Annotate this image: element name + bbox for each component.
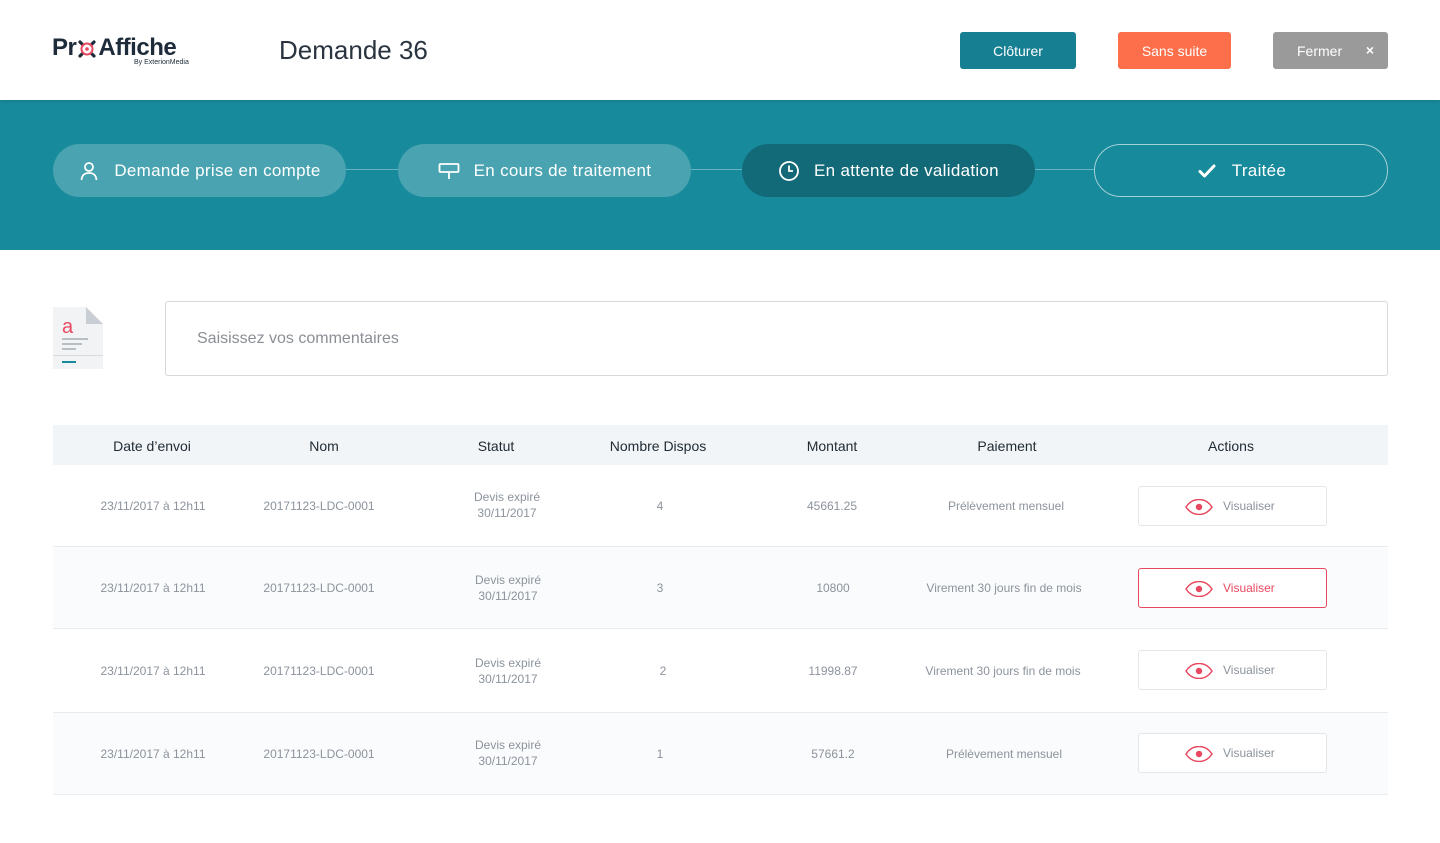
step-en-attente-de-validation: En attente de validation xyxy=(742,144,1035,197)
eye-icon xyxy=(1185,581,1213,597)
cell-statut-line-1: Devis expiré xyxy=(473,490,541,504)
eye-icon xyxy=(1185,746,1213,762)
document-icon: a xyxy=(53,307,103,369)
column-header-date: Date d’envoi xyxy=(113,438,191,454)
page-title: Demande 36 xyxy=(279,35,428,65)
cloturer-button-label: Clôturer xyxy=(993,42,1043,59)
visualiser-button[interactable]: Visualiser xyxy=(1138,568,1327,608)
step-connector xyxy=(1035,169,1094,170)
cell-paiement: Prélèvement mensuel xyxy=(945,747,1063,761)
table-row: 23/11/2017 à 12h11 20171123-LDC-0001 Dev… xyxy=(53,713,1388,795)
cell-nom: 20171123-LDC-0001 xyxy=(263,581,375,595)
visualiser-button[interactable]: Visualiser xyxy=(1138,733,1327,773)
close-icon: × xyxy=(1365,42,1374,58)
cell-date: 23/11/2017 à 12h11 xyxy=(100,747,206,761)
fermer-button[interactable]: Fermer × xyxy=(1273,32,1388,69)
visualiser-label: Visualiser xyxy=(1223,746,1275,760)
cell-dispos: 3 xyxy=(656,581,664,595)
table-row: 23/11/2017 à 12h11 20171123-LDC-0001 Dev… xyxy=(53,465,1388,547)
header: Pr Affiche By ExterionMedia Demande 36 C… xyxy=(0,0,1440,100)
clock-icon xyxy=(778,160,800,182)
logo-text-part-2: Affiche xyxy=(98,34,177,61)
cell-dispos: 4 xyxy=(656,499,664,513)
user-icon xyxy=(78,160,100,182)
svg-text:a: a xyxy=(62,316,74,338)
quotes-table: Date d’envoi Nom Statut Nombre Dispos Mo… xyxy=(53,425,1388,795)
cell-statut-line-2: 30/11/2017 xyxy=(477,506,537,520)
cell-statut: Devis expiré 30/11/2017 xyxy=(475,655,541,687)
check-icon xyxy=(1196,160,1218,182)
cell-montant: 11998.87 xyxy=(808,664,858,678)
progress-steps-band: Demande prise en compte En cours de trai… xyxy=(0,100,1440,250)
visualiser-label: Visualiser xyxy=(1223,499,1275,513)
cell-paiement: Prélèvement mensuel xyxy=(947,499,1065,513)
column-header-nom: Nom xyxy=(309,438,339,454)
cell-statut: Devis expiré 30/11/2017 xyxy=(475,737,541,769)
cell-dispos: 1 xyxy=(656,747,664,761)
cell-paiement: Virement 30 jours fin de mois xyxy=(925,664,1081,678)
visualiser-button[interactable]: Visualiser xyxy=(1138,650,1327,690)
cell-dispos: 2 xyxy=(659,664,667,678)
eye-icon xyxy=(1185,499,1213,515)
cell-nom: 20171123-LDC-0001 xyxy=(263,664,375,678)
cell-statut: Devis expiré 30/11/2017 xyxy=(475,572,541,604)
column-header-statut: Statut xyxy=(477,438,515,454)
cell-montant: 57661.2 xyxy=(811,747,855,761)
step-label: En cours de traitement xyxy=(473,160,652,180)
sans-suite-button-label: Sans suite xyxy=(1141,42,1208,59)
fermer-button-label: Fermer xyxy=(1297,42,1343,59)
step-label: En attente de validation xyxy=(814,160,999,180)
column-header-actions: Actions xyxy=(1208,438,1254,454)
column-header-montant: Montant xyxy=(806,438,858,454)
step-demande-prise-en-compte: Demande prise en compte xyxy=(53,144,346,197)
billboard-icon xyxy=(438,160,460,182)
logo-text: Pr Affiche xyxy=(52,34,202,62)
step-connector xyxy=(346,169,398,170)
step-en-cours-de-traitement: En cours de traitement xyxy=(398,144,691,197)
visualiser-button[interactable]: Visualiser xyxy=(1138,486,1327,526)
cell-nom: 20171123-LDC-0001 xyxy=(263,499,375,513)
eye-icon xyxy=(1185,663,1213,679)
logo-text-part-1: Pr xyxy=(52,34,77,61)
logo-x-pin-icon xyxy=(77,38,97,58)
cell-statut-line-2: 30/11/2017 xyxy=(478,589,538,603)
step-label: Traitée xyxy=(1231,160,1287,180)
comment-input[interactable]: Saisissez vos commentaires xyxy=(165,301,1388,376)
cell-montant: 10800 xyxy=(816,581,850,595)
table-header: Date d’envoi Nom Statut Nombre Dispos Mo… xyxy=(53,425,1388,465)
cell-statut-line-2: 30/11/2017 xyxy=(478,754,538,768)
cloturer-button[interactable]: Clôturer xyxy=(960,32,1076,69)
proxaffiche-logo[interactable]: Pr Affiche By ExterionMedia xyxy=(52,34,202,68)
cell-statut-line-1: Devis expiré xyxy=(474,656,542,670)
cell-date: 23/11/2017 à 12h11 xyxy=(100,499,206,513)
cell-nom: 20171123-LDC-0001 xyxy=(263,747,375,761)
table-row: 23/11/2017 à 12h11 20171123-LDC-0001 Dev… xyxy=(53,629,1388,713)
column-header-nombre-dispos: Nombre Dispos xyxy=(609,438,707,454)
step-label: Demande prise en compte xyxy=(114,160,321,180)
cell-statut: Devis expiré 30/11/2017 xyxy=(474,489,540,521)
logo-subtitle: By ExterionMedia xyxy=(134,59,189,66)
cell-statut-line-1: Devis expiré xyxy=(474,573,542,587)
cell-statut-line-1: Devis expiré xyxy=(474,738,542,752)
sans-suite-button[interactable]: Sans suite xyxy=(1118,32,1231,69)
cell-montant: 45661.25 xyxy=(806,499,858,513)
visualiser-label: Visualiser xyxy=(1223,663,1275,677)
visualiser-label: Visualiser xyxy=(1223,581,1275,595)
comment-placeholder: Saisissez vos commentaires xyxy=(197,329,399,347)
step-connector xyxy=(691,169,742,170)
column-header-paiement: Paiement xyxy=(977,438,1037,454)
table-row: 23/11/2017 à 12h11 20171123-LDC-0001 Dev… xyxy=(53,547,1388,629)
cell-statut-line-2: 30/11/2017 xyxy=(478,672,538,686)
cell-date: 23/11/2017 à 12h11 xyxy=(100,664,206,678)
step-traitee: Traitée xyxy=(1094,144,1388,197)
cell-paiement: Virement 30 jours fin de mois xyxy=(926,581,1082,595)
cell-date: 23/11/2017 à 12h11 xyxy=(100,581,206,595)
